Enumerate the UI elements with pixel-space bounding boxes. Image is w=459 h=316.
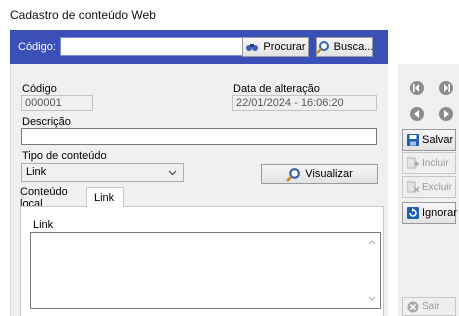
add-document-icon	[407, 157, 419, 169]
procurar-button[interactable]: Procurar	[242, 37, 309, 57]
tipo-conteudo-label: Tipo de conteúdo	[22, 150, 107, 162]
nav-first-button[interactable]	[405, 78, 429, 98]
link-scrollbar[interactable]	[364, 233, 380, 308]
visualizar-button[interactable]: Visualizar	[261, 164, 378, 184]
first-record-icon	[410, 81, 424, 95]
descricao-label: Descrição	[22, 116, 71, 128]
procurar-label: Procurar	[263, 41, 306, 53]
visualizar-label: Visualizar	[305, 168, 353, 180]
binoculars-icon	[246, 44, 259, 51]
chevron-down-icon	[168, 170, 177, 176]
excluir-label: Excluir	[422, 181, 453, 193]
undo-icon	[407, 207, 419, 219]
link-textarea[interactable]	[30, 232, 381, 309]
incluir-label: Incluir	[422, 157, 449, 169]
link-tab-page: Link	[20, 206, 384, 316]
exit-icon	[407, 301, 419, 312]
previous-record-icon	[410, 107, 424, 121]
ignorar-button[interactable]: Ignorar	[402, 202, 457, 224]
last-record-icon	[439, 81, 453, 95]
search-bar: Código: Procurar Busca...	[10, 30, 388, 64]
code-search-input[interactable]	[60, 37, 244, 56]
tab-conteudo-local[interactable]: Conteúdo local	[20, 186, 86, 210]
descricao-input[interactable]	[21, 128, 377, 145]
data-alteracao-field: 22/01/2024 - 16:06:20	[232, 95, 377, 111]
excluir-button[interactable]: Excluir	[402, 176, 456, 198]
tipo-conteudo-value: Link	[26, 166, 47, 178]
scroll-down-icon[interactable]	[368, 296, 376, 301]
link-label: Link	[33, 219, 54, 231]
delete-document-icon	[407, 181, 419, 193]
ignorar-label: Ignorar	[422, 207, 457, 219]
code-search-label: Código:	[18, 41, 56, 53]
magnifier-icon	[286, 167, 301, 182]
nav-previous-button[interactable]	[405, 104, 429, 124]
window-title: Cadastro de conteúdo Web	[10, 8, 156, 22]
incluir-button[interactable]: Incluir	[402, 152, 456, 174]
busca-label: Busca...	[333, 41, 374, 53]
next-record-icon	[439, 107, 453, 121]
busca-button[interactable]: Busca...	[315, 37, 374, 57]
tab-link[interactable]: Link	[86, 187, 124, 207]
tipo-conteudo-select[interactable]: Link	[21, 163, 184, 182]
sair-label: Sair	[422, 301, 440, 312]
data-alteracao-label: Data de alteração	[233, 83, 320, 95]
nav-next-button[interactable]	[434, 104, 458, 124]
scroll-up-icon[interactable]	[368, 240, 376, 245]
sair-button[interactable]: Sair	[402, 297, 456, 316]
codigo-label: Código	[22, 83, 57, 95]
salvar-label: Salvar	[422, 134, 454, 146]
magnifier-icon	[315, 41, 329, 54]
save-disk-icon	[407, 134, 419, 146]
nav-last-button[interactable]	[434, 78, 458, 98]
salvar-button[interactable]: Salvar	[402, 129, 456, 151]
codigo-field: 000001	[21, 95, 93, 111]
